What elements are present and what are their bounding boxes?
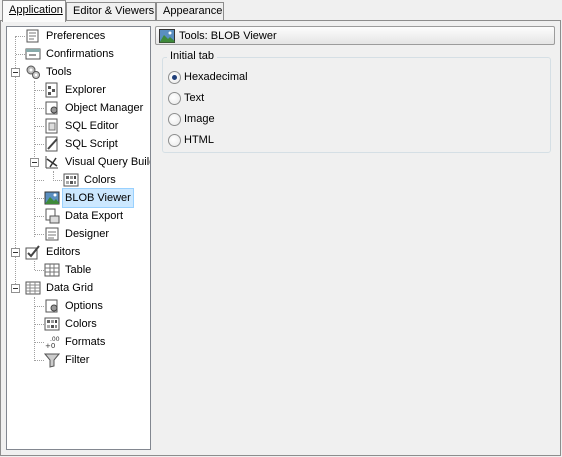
radio-text[interactable]: Text: [168, 90, 204, 106]
tree-item-colors[interactable]: Colors: [63, 171, 118, 189]
data-grid-collapse-toggle[interactable]: [11, 284, 20, 293]
svg-text:+0: +0: [45, 342, 55, 350]
sql-editor-icon: [45, 118, 58, 134]
radio-button[interactable]: [168, 91, 181, 105]
tree-item-explorer[interactable]: Explorer: [44, 81, 108, 99]
initial-tab-group-title: Initial tab: [167, 50, 218, 63]
tree-item-object-manager[interactable]: Object Manager: [44, 99, 145, 117]
radio-label: Text: [184, 92, 205, 104]
visual-query-collapse-toggle[interactable]: [30, 158, 39, 167]
radio-label: HTML: [184, 134, 214, 146]
tree-item-sql-editor[interactable]: SQL Editor: [44, 117, 120, 135]
panel-title: Tools: BLOB Viewer: [179, 29, 277, 42]
radio-button[interactable]: [168, 112, 181, 126]
tree-item-data-grid[interactable]: Data Grid: [25, 279, 95, 297]
radio-label: Image: [184, 113, 215, 125]
tab-appearance[interactable]: Appearance: [156, 2, 224, 21]
colors-palette-icon: [63, 173, 79, 187]
object-manager-icon: [45, 101, 58, 115]
tree-item-formats[interactable]: .00 +0 Formats: [44, 333, 107, 351]
blob-viewer-image-icon: [44, 191, 60, 205]
tree-item-confirmations[interactable]: Confirmations: [25, 45, 116, 63]
radio-hexadecimal[interactable]: Hexadecimal: [168, 69, 248, 85]
tree-item-editors[interactable]: Editors: [25, 243, 82, 261]
tree-item-preferences[interactable]: Preferences: [25, 27, 107, 45]
explorer-icon: [45, 82, 58, 98]
grid-colors-palette-icon: [44, 317, 60, 331]
preferences-icon: [26, 29, 39, 43]
tree-item-grid-colors[interactable]: Colors: [44, 315, 99, 333]
tree-item-filter[interactable]: Filter: [44, 351, 91, 369]
tree-item-table[interactable]: Table: [44, 261, 93, 279]
tools-gear-icon: [26, 65, 40, 79]
data-grid-icon: [25, 281, 41, 295]
radio-button[interactable]: [168, 133, 181, 147]
confirmations-icon: [25, 48, 41, 60]
tree-item-data-export[interactable]: Data Export: [44, 207, 125, 225]
tree-item-blob-viewer[interactable]: BLOB Viewer: [44, 188, 134, 208]
settings-tree[interactable]: Preferences Confirmations Tools Explorer…: [6, 26, 151, 450]
tab-application[interactable]: Application: [2, 0, 66, 22]
tree-item-sql-script[interactable]: SQL Script: [44, 135, 120, 153]
tab-editor-viewers[interactable]: Editor & Viewers: [66, 2, 156, 21]
radio-image[interactable]: Image: [168, 111, 215, 127]
blob-viewer-header-icon: [159, 28, 175, 43]
table-grid-icon: [44, 263, 60, 277]
radio-label: Hexadecimal: [184, 71, 248, 83]
radio-button[interactable]: [168, 70, 181, 84]
data-export-icon: [45, 208, 60, 224]
sql-script-icon: [45, 136, 58, 152]
tree-item-tools[interactable]: Tools: [25, 63, 74, 81]
formats-icon: .00+0: [45, 336, 60, 350]
tree-item-options[interactable]: Options: [44, 297, 105, 315]
tab-bar: Application Editor & Viewers Appearance: [0, 0, 562, 22]
filter-funnel-icon: [44, 353, 60, 368]
editors-check-icon: [25, 245, 40, 260]
tools-collapse-toggle[interactable]: [11, 68, 20, 77]
tree-item-visual-query-builder[interactable]: Visual Query Build: [44, 153, 150, 171]
radio-html[interactable]: HTML: [168, 132, 214, 148]
options-icon: [45, 299, 58, 313]
panel-header: Tools: BLOB Viewer: [155, 26, 555, 45]
visual-query-builder-icon: [45, 156, 58, 169]
designer-icon: [45, 227, 59, 241]
editors-collapse-toggle[interactable]: [11, 248, 20, 257]
tree-item-designer[interactable]: Designer: [44, 225, 111, 243]
